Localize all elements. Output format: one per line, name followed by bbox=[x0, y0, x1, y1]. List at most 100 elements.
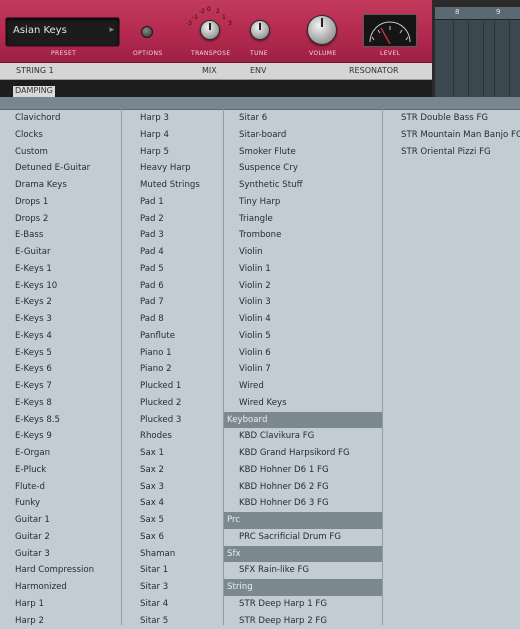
preset-item[interactable]: Plucked 2 bbox=[125, 395, 223, 412]
preset-item[interactable]: Guitar 1 bbox=[0, 512, 121, 529]
preset-item[interactable]: Clavichord bbox=[0, 110, 121, 127]
preset-item[interactable]: Harmonized bbox=[0, 579, 121, 596]
options-button[interactable] bbox=[141, 26, 153, 38]
preset-item[interactable]: E-Keys 5 bbox=[0, 345, 121, 362]
preset-item[interactable]: Violin 5 bbox=[224, 328, 382, 345]
preset-item[interactable]: E-Keys 9 bbox=[0, 428, 121, 445]
preset-item[interactable]: Pad 1 bbox=[125, 194, 223, 211]
preset-item[interactable]: Pad 5 bbox=[125, 261, 223, 278]
preset-item[interactable]: E-Keys 1 bbox=[0, 261, 121, 278]
preset-item[interactable]: Pad 7 bbox=[125, 294, 223, 311]
preset-item[interactable]: Sax 5 bbox=[125, 512, 223, 529]
preset-item[interactable]: Sitar 3 bbox=[125, 579, 223, 596]
tab-mix[interactable]: MIX bbox=[202, 66, 217, 75]
preset-item[interactable]: KBD Grand Harpsikord FG bbox=[224, 445, 382, 462]
preset-item[interactable]: E-Organ bbox=[0, 445, 121, 462]
preset-item[interactable]: Pad 2 bbox=[125, 211, 223, 228]
preset-item[interactable]: Wired bbox=[224, 378, 382, 395]
preset-item[interactable]: E-Pluck bbox=[0, 462, 121, 479]
preset-item[interactable]: Piano 2 bbox=[125, 361, 223, 378]
preset-item[interactable]: Harp 3 bbox=[125, 110, 223, 127]
preset-selector[interactable]: Asian Keys ▸ bbox=[5, 17, 120, 47]
preset-item[interactable]: E-Guitar bbox=[0, 244, 121, 261]
preset-item[interactable]: Pad 3 bbox=[125, 227, 223, 244]
preset-item[interactable]: E-Bass bbox=[0, 227, 121, 244]
preset-item[interactable]: Piano 1 bbox=[125, 345, 223, 362]
preset-item[interactable]: E-Keys 3 bbox=[0, 311, 121, 328]
preset-item[interactable]: E-Keys 6 bbox=[0, 361, 121, 378]
preset-item[interactable]: Plucked 3 bbox=[125, 412, 223, 429]
preset-item[interactable]: STR Mountain Man Banjo FG bbox=[386, 127, 520, 144]
preset-item[interactable]: Triangle bbox=[224, 211, 382, 228]
preset-item[interactable]: SFX Rain-like FG bbox=[224, 562, 382, 579]
preset-item[interactable]: E-Keys 2 bbox=[0, 294, 121, 311]
preset-item[interactable]: Violin 2 bbox=[224, 278, 382, 295]
tab-env[interactable]: ENV bbox=[250, 66, 267, 75]
preset-item[interactable]: Drama Keys bbox=[0, 177, 121, 194]
preset-item[interactable]: Guitar 2 bbox=[0, 529, 121, 546]
volume-knob[interactable] bbox=[307, 15, 337, 45]
preset-item[interactable]: Violin 3 bbox=[224, 294, 382, 311]
preset-item[interactable]: PRC Sacrificial Drum FG bbox=[224, 529, 382, 546]
preset-item[interactable]: E-Keys 7 bbox=[0, 378, 121, 395]
preset-item[interactable]: Sax 1 bbox=[125, 445, 223, 462]
preset-item[interactable]: Violin 7 bbox=[224, 361, 382, 378]
preset-item[interactable]: Clocks bbox=[0, 127, 121, 144]
preset-item[interactable]: Pad 4 bbox=[125, 244, 223, 261]
transpose-knob[interactable] bbox=[200, 20, 220, 40]
preset-item[interactable]: Violin 1 bbox=[224, 261, 382, 278]
preset-item[interactable]: Plucked 1 bbox=[125, 378, 223, 395]
preset-item[interactable]: KBD Clavikura FG bbox=[224, 428, 382, 445]
preset-item[interactable]: Harp 1 bbox=[0, 596, 121, 613]
preset-item[interactable]: Violin bbox=[224, 244, 382, 261]
preset-item[interactable]: Drops 1 bbox=[0, 194, 121, 211]
preset-item[interactable]: Muted Strings bbox=[125, 177, 223, 194]
preset-item[interactable]: KBD Hohner D6 1 FG bbox=[224, 462, 382, 479]
preset-item[interactable]: Funky bbox=[0, 495, 121, 512]
tune-knob[interactable] bbox=[250, 20, 270, 40]
preset-item[interactable]: Synthetic Stuff bbox=[224, 177, 382, 194]
preset-item[interactable]: Heavy Harp bbox=[125, 160, 223, 177]
tab-resonator[interactable]: RESONATOR bbox=[349, 66, 399, 75]
timeline-ruler[interactable]: 8 9 bbox=[435, 7, 520, 20]
preset-item[interactable]: Violin 6 bbox=[224, 345, 382, 362]
preset-item[interactable]: STR Oriental Pizzi FG bbox=[386, 144, 520, 161]
preset-item[interactable]: Sitar 6 bbox=[224, 110, 382, 127]
preset-item[interactable]: Sitar-board bbox=[224, 127, 382, 144]
preset-item[interactable]: Tiny Harp bbox=[224, 194, 382, 211]
preset-item[interactable]: Custom bbox=[0, 144, 121, 161]
preset-item[interactable]: E-Keys 8 bbox=[0, 395, 121, 412]
preset-item[interactable]: E-Keys 10 bbox=[0, 278, 121, 295]
preset-item[interactable]: Wired Keys bbox=[224, 395, 382, 412]
preset-item[interactable]: Detuned E-Guitar bbox=[0, 160, 121, 177]
preset-item[interactable]: Hard Compression bbox=[0, 562, 121, 579]
preset-item[interactable]: Harp 2 bbox=[0, 613, 121, 629]
preset-item[interactable]: Trombone bbox=[224, 227, 382, 244]
preset-item[interactable]: Flute-d bbox=[0, 479, 121, 496]
preset-item[interactable]: Rhodes bbox=[125, 428, 223, 445]
preset-item[interactable]: Drops 2 bbox=[0, 211, 121, 228]
preset-item[interactable]: KBD Hohner D6 3 FG bbox=[224, 495, 382, 512]
preset-item[interactable]: Harp 4 bbox=[125, 127, 223, 144]
preset-item[interactable]: STR Deep Harp 1 FG bbox=[224, 596, 382, 613]
preset-item[interactable]: STR Deep Harp 2 FG bbox=[224, 613, 382, 629]
preset-item[interactable]: Suspence Cry bbox=[224, 160, 382, 177]
preset-item[interactable]: STR Double Bass FG bbox=[386, 110, 520, 127]
preset-item[interactable]: Sax 6 bbox=[125, 529, 223, 546]
preset-item[interactable]: Smoker Flute bbox=[224, 144, 382, 161]
preset-item[interactable]: Sax 3 bbox=[125, 479, 223, 496]
preset-item[interactable]: Violin 4 bbox=[224, 311, 382, 328]
preset-item[interactable]: Pad 6 bbox=[125, 278, 223, 295]
preset-item[interactable]: Sitar 4 bbox=[125, 596, 223, 613]
preset-item[interactable]: Shaman bbox=[125, 546, 223, 563]
preset-item[interactable]: Panflute bbox=[125, 328, 223, 345]
preset-item[interactable]: Pad 8 bbox=[125, 311, 223, 328]
preset-item[interactable]: KBD Hohner D6 2 FG bbox=[224, 479, 382, 496]
preset-item[interactable]: Sitar 5 bbox=[125, 613, 223, 629]
preset-item[interactable]: E-Keys 4 bbox=[0, 328, 121, 345]
preset-item[interactable]: Sitar 1 bbox=[125, 562, 223, 579]
preset-item[interactable]: Guitar 3 bbox=[0, 546, 121, 563]
preset-item[interactable]: E-Keys 8.5 bbox=[0, 412, 121, 429]
preset-item[interactable]: Sax 2 bbox=[125, 462, 223, 479]
tab-string-1[interactable]: STRING 1 bbox=[16, 66, 54, 75]
